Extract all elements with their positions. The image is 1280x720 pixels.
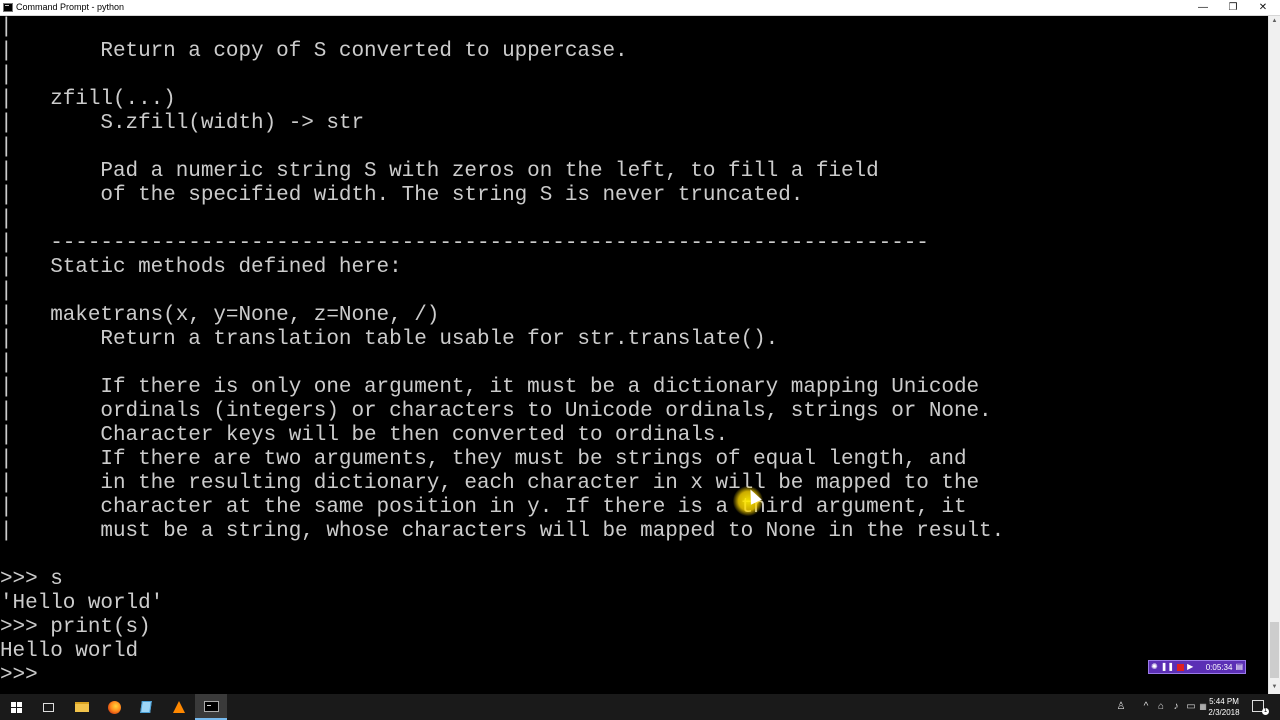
console-prompt-line: >>> s	[0, 568, 63, 591]
scroll-thumb[interactable]	[1270, 622, 1279, 678]
console-output-line: 'Hello world'	[0, 592, 164, 615]
console-line: | must be a string, whose characters wil…	[0, 520, 1005, 543]
window-title: Command Prompt - python	[16, 2, 125, 12]
console-line: | --------------------------------------…	[0, 232, 929, 255]
task-view-icon	[42, 702, 54, 712]
console-line: |	[0, 280, 13, 303]
close-button[interactable]: ✕	[1248, 0, 1278, 15]
console-line: |	[0, 16, 13, 39]
taskbar-vlc[interactable]	[163, 694, 195, 720]
console-line: |	[0, 136, 13, 159]
console-line: | maketrans(x, y=None, z=None, /)	[0, 304, 440, 327]
taskbar-command-prompt[interactable]	[195, 694, 227, 720]
show-hidden-icons-chevron-icon[interactable]: ^	[1140, 700, 1152, 714]
taskbar: ♙ ^ ⌂ ♪ ▭ ▦ 5:44 PM 2/3/2018 1	[0, 694, 1280, 720]
console-area[interactable]: | | Return a copy of S converted to uppe…	[0, 16, 1268, 694]
pause-icon[interactable]: ❚❚	[1161, 661, 1174, 673]
task-view-button[interactable]	[32, 694, 64, 720]
minimize-button[interactable]: —	[1188, 0, 1218, 15]
clock-time: 5:44 PM	[1209, 697, 1239, 706]
taskbar-file-explorer[interactable]	[66, 694, 98, 720]
notification-badge: 1	[1262, 708, 1269, 715]
display-icon[interactable]: ▭	[1185, 700, 1197, 714]
vlc-icon	[173, 701, 185, 713]
console-line: | Static methods defined here:	[0, 256, 402, 279]
taskbar-notepad[interactable]	[130, 694, 162, 720]
folder-icon	[75, 702, 89, 712]
window-title-bar[interactable]: Command Prompt - python — ❐ ✕	[0, 0, 1280, 16]
console-line: | S.zfill(width) -> str	[0, 112, 365, 135]
console-active-prompt[interactable]: >>>	[0, 664, 38, 688]
screen-recorder-widget[interactable]: ✺ ❚❚ ▶ 0:05:34 ▤	[1148, 660, 1246, 674]
console-prompt-line: >>> print(s)	[0, 616, 151, 639]
console-line: | character at the same position in y. I…	[0, 496, 967, 519]
console-line: |	[0, 208, 13, 231]
command-prompt-icon	[203, 700, 219, 712]
vertical-scrollbar[interactable]: ▲ ▼	[1268, 16, 1280, 694]
scroll-down-icon[interactable]: ▼	[1269, 682, 1280, 693]
play-icon[interactable]: ▶	[1187, 661, 1193, 673]
clock-date: 2/3/2018	[1208, 708, 1240, 717]
windows-logo-icon	[10, 701, 22, 713]
recorder-logo-icon: ✺	[1151, 662, 1158, 671]
console-line: | If there is only one argument, it must…	[0, 376, 980, 399]
console-line: | zfill(...)	[0, 88, 176, 111]
console-line: | Return a copy of S converted to upperc…	[0, 40, 628, 63]
taskbar-clock[interactable]: 5:44 PM 2/3/2018	[1200, 696, 1248, 718]
maximize-button[interactable]: ❐	[1218, 0, 1248, 15]
console-line: | of the specified width. The string S i…	[0, 184, 804, 207]
firefox-icon	[107, 700, 121, 714]
console-line: |	[0, 64, 13, 87]
network-icon[interactable]: ⌂	[1155, 700, 1167, 714]
taskbar-firefox[interactable]	[98, 694, 130, 720]
console-line: | Pad a numeric string S with zeros on t…	[0, 160, 879, 183]
console-line: | Character keys will be then converted …	[0, 424, 729, 447]
recording-timer: 0:05:34	[1205, 662, 1233, 672]
start-button[interactable]	[0, 694, 32, 720]
console-line: | If there are two arguments, they must …	[0, 448, 967, 471]
people-icon[interactable]: ♙	[1114, 700, 1128, 714]
stop-record-icon[interactable]	[1177, 663, 1185, 671]
command-prompt-icon	[3, 3, 13, 12]
scroll-up-icon[interactable]: ▲	[1269, 16, 1280, 27]
volume-icon[interactable]: ♪	[1170, 700, 1182, 714]
console-line: | in the resulting dictionary, each char…	[0, 472, 980, 495]
console-line: |	[0, 352, 13, 375]
recorder-menu-icon[interactable]: ▤	[1235, 661, 1243, 673]
console-line: | Return a translation table usable for …	[0, 328, 779, 351]
console-line: | ordinals (integers) or characters to U…	[0, 400, 992, 423]
notepad-icon	[140, 701, 152, 713]
console-output-line: Hello world	[0, 640, 139, 663]
